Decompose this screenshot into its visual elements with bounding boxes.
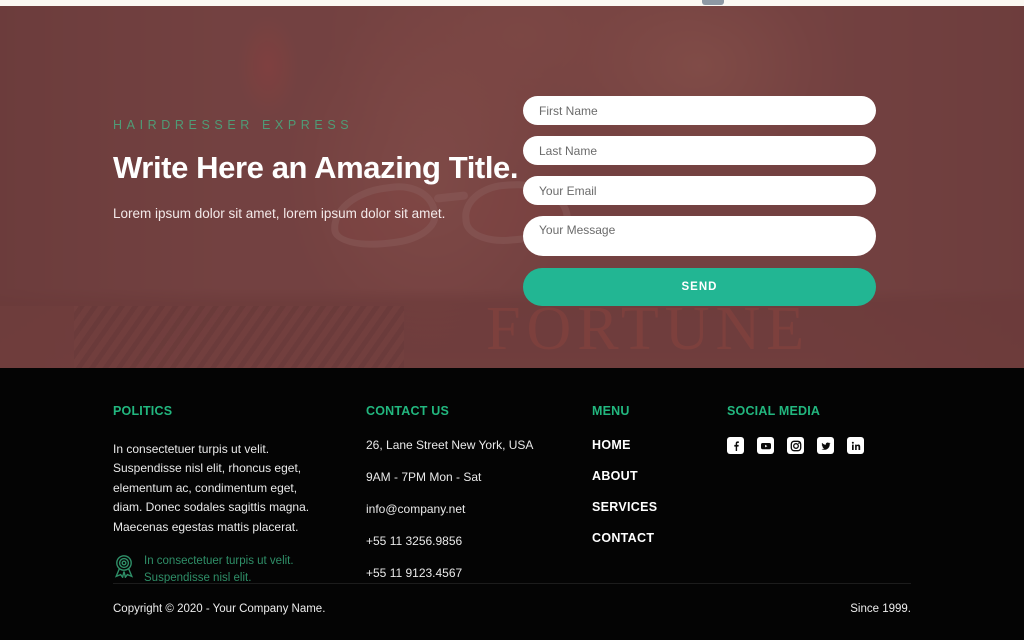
youtube-icon[interactable]	[757, 437, 774, 454]
footer-column-social: SOCIAL MEDIA	[727, 404, 927, 454]
footer-column-politics: POLITICS In consectetuer turpis ut velit…	[113, 404, 328, 588]
page-title: Write Here an Amazing Title.	[113, 150, 519, 185]
instagram-icon[interactable]	[787, 437, 804, 454]
site-footer: POLITICS In consectetuer turpis ut velit…	[0, 368, 1024, 640]
hero-section: FORTUNE HAIRDRESSER EXPRESS Write Here a…	[0, 6, 1024, 368]
since-text: Since 1999.	[850, 603, 911, 615]
hero-eyebrow: HAIRDRESSER EXPRESS	[113, 118, 354, 132]
footer-bottom-bar: Copyright © 2020 - Your Company Name. Si…	[113, 603, 911, 615]
contact-phone-1[interactable]: +55 11 3256.9856	[366, 534, 576, 548]
message-textarea[interactable]	[523, 216, 876, 256]
browser-top-strip	[0, 0, 1024, 6]
contact-form: SEND	[523, 96, 876, 306]
email-input[interactable]	[523, 176, 876, 205]
page-root: FORTUNE HAIRDRESSER EXPRESS Write Here a…	[0, 0, 1024, 640]
contact-email[interactable]: info@company.net	[366, 502, 576, 516]
hero-copy-block: HAIRDRESSER EXPRESS Write Here an Amazin…	[113, 118, 519, 221]
menu-item-services[interactable]: SERVICES	[592, 500, 712, 514]
facebook-icon[interactable]	[727, 437, 744, 454]
social-icon-row	[727, 437, 927, 454]
footer-heading-politics: POLITICS	[113, 404, 173, 418]
twitter-icon[interactable]	[817, 437, 834, 454]
send-button[interactable]: SEND	[523, 268, 876, 306]
hero-subtitle: Lorem ipsum dolor sit amet, lorem ipsum …	[113, 205, 446, 221]
last-name-input[interactable]	[523, 136, 876, 165]
top-strip-nub[interactable]	[702, 0, 724, 5]
contact-address: 26, Lane Street New York, USA	[366, 438, 534, 452]
contact-phone-2[interactable]: +55 11 9123.4567	[366, 566, 576, 580]
footer-column-contact: CONTACT US 26, Lane Street New York, USA…	[366, 404, 576, 580]
award-badge-icon	[113, 554, 135, 583]
linkedin-icon[interactable]	[847, 437, 864, 454]
footer-column-menu: MENU HOME ABOUT SERVICES CONTACT	[592, 404, 712, 545]
footer-heading-contact: CONTACT US	[366, 404, 450, 418]
menu-item-home[interactable]: HOME	[592, 438, 712, 452]
contact-hours: 9AM - 7PM Mon - Sat	[366, 470, 482, 484]
footer-divider	[113, 583, 911, 584]
menu-item-about[interactable]: ABOUT	[592, 469, 712, 483]
footer-politics-body: In consectetuer turpis ut velit. Suspend…	[113, 442, 310, 534]
copyright-text: Copyright © 2020 - Your Company Name.	[113, 603, 326, 615]
footer-heading-social: SOCIAL MEDIA	[727, 404, 821, 418]
first-name-input[interactable]	[523, 96, 876, 125]
menu-item-contact[interactable]: CONTACT	[592, 531, 712, 545]
footer-heading-menu: MENU	[592, 404, 630, 418]
